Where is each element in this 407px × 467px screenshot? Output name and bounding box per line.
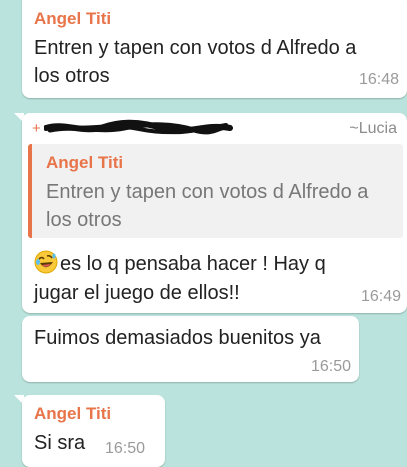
quoted-text: Entren y tapen con votos d Alfredo a los… [46, 178, 391, 234]
quoted-message[interactable]: Angel Titi Entren y tapen con votos d Al… [28, 144, 403, 238]
message-time: 16:50 [310, 358, 351, 375]
message-text-line2: jugar el juego de ellos!! [34, 282, 240, 304]
message-time: 16:49 [360, 288, 401, 305]
quoted-text-line1: Entren y tapen con votos d Alfredo a [46, 181, 369, 203]
plus-prefix-icon: + [32, 120, 41, 137]
message-text: Si sra [34, 432, 86, 454]
redacted-phone-scribble [44, 119, 233, 135]
message-bubble-1[interactable]: Angel Titi Entren y tapen con votos d Al… [22, 0, 407, 98]
sender-name[interactable]: Angel Titi [34, 404, 111, 424]
quoted-sender-name: Angel Titi [46, 153, 124, 172]
message-bubble-4[interactable]: Angel Titi Si sra 16:50 [22, 395, 165, 467]
rolling-on-floor-laughing-emoji [34, 250, 58, 274]
message-time: 16:50 [105, 440, 146, 457]
quoted-text-line2: los otros [46, 209, 122, 231]
message-text: es lo q pensaba hacer ! Hay q [34, 250, 326, 278]
message-text: Entren y tapen con votos d Alfredo a [34, 37, 357, 59]
sender-name[interactable]: Angel Titi [34, 9, 111, 29]
message-bubble-2[interactable]: + ~Lucia Angel Titi Entren y tapen con v… [22, 113, 407, 313]
sender-alias[interactable]: ~Lucia [349, 120, 397, 138]
message-time: 16:48 [358, 71, 399, 88]
message-text-line2: los otros [34, 65, 110, 87]
message-text: Fuimos demasiados buenitos ya [34, 327, 321, 349]
message-text-line1: es lo q pensaba hacer ! Hay q [60, 253, 326, 275]
message-bubble-3[interactable]: Fuimos demasiados buenitos ya 16:50 [22, 316, 359, 382]
